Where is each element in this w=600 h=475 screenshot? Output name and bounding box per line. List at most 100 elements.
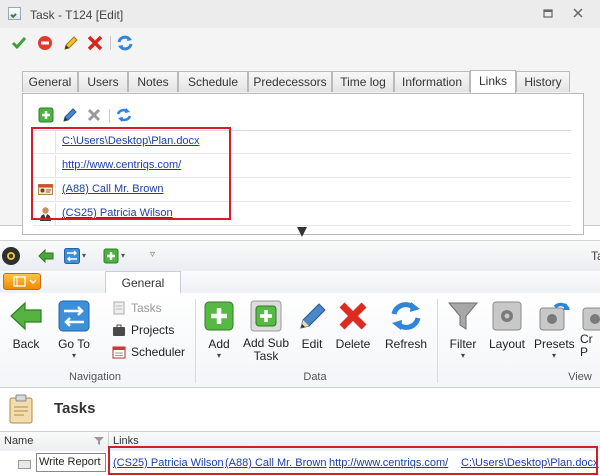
data-group-label: Data [303,371,327,383]
view-group-label: View [568,371,592,383]
back-arrow-icon[interactable] [38,248,54,266]
add-icon [202,299,236,333]
task-toolbar [0,30,600,56]
presets-label: Presets [534,337,575,351]
main-window-title: Ta [591,249,600,263]
back-arrow-icon [9,299,43,333]
add-button[interactable]: Add ▾ [200,299,238,361]
tasks-nav-label: Tasks [131,301,162,315]
presets-button[interactable]: Presets ▾ [534,299,575,361]
delete-icon [336,299,370,333]
close-icon[interactable] [571,7,585,20]
toolbar-separator [110,36,111,50]
create-preset-icon [580,299,600,333]
group-separator [195,299,196,383]
chevron-down-icon[interactable]: ▾ [121,251,125,260]
edit-icon[interactable] [61,107,79,125]
back-label: Back [12,337,40,351]
tab-users[interactable]: Users [78,71,128,92]
tab-links[interactable]: Links [470,70,516,93]
ribbon: Back Go To ▾ Tasks Projects Scheduler Na… [0,293,600,388]
tasks-nav-button[interactable]: Tasks [112,301,162,315]
main-window: ▾ ▾ ▿ Ta General Back Go To ▾ Tasks [0,240,600,475]
delete-icon[interactable] [86,34,104,52]
layout-button[interactable]: Layout [486,299,528,351]
delete-button[interactable]: Delete [333,299,373,351]
filter-icon[interactable] [94,436,104,449]
group-separator [437,299,438,383]
navigation-group-label: Navigation [69,371,121,383]
application-menu-button[interactable] [3,273,41,290]
task-name-cell[interactable]: Write Report [36,453,106,472]
chevron-down-icon: ▾ [551,351,556,360]
calendar-icon [112,345,126,359]
refresh-icon[interactable] [115,107,133,125]
chevron-down-icon[interactable]: ▾ [82,251,86,260]
briefcase-icon [112,323,126,337]
tab-schedule[interactable]: Schedule [178,71,248,92]
tab-general[interactable]: General [22,71,78,92]
add-sub-task-button[interactable]: Add Sub Task [241,299,291,363]
tab-history[interactable]: History [516,71,570,92]
refresh-icon [389,299,423,333]
edit-button[interactable]: Edit [294,299,330,351]
row-indicator-icon [18,458,32,473]
app-logo[interactable] [2,247,20,265]
check-icon[interactable] [10,34,28,52]
tab-general[interactable]: General [105,271,181,294]
add-icon[interactable] [37,107,55,125]
ribbon-tabs: General [0,271,600,294]
goto-icon[interactable] [64,248,80,267]
refresh-icon[interactable] [116,34,134,52]
column-header-name[interactable]: Name [4,435,33,447]
filter-button[interactable]: Filter ▾ [443,299,483,361]
scheduler-nav-button[interactable]: Scheduler [112,345,185,359]
quick-access-toolbar: ▾ ▾ ▿ Ta [0,240,600,271]
add-sub-task-icon [249,299,283,333]
arrow-down-icon [293,225,311,239]
add-icon[interactable] [103,248,119,267]
goto-label: Go To [58,337,90,351]
chevron-down-icon: ▾ [460,351,465,360]
layout-label: Layout [488,337,526,351]
highlight-box [31,127,231,220]
delete-icon[interactable] [85,107,103,125]
presets-icon [537,299,571,333]
page-header: Tasks [0,388,600,430]
delete-label: Delete [335,337,371,351]
filter-icon [446,299,480,333]
toolbar-separator [109,109,110,123]
tab-time-log[interactable]: Time log [332,71,394,92]
add-label: Add [208,337,230,351]
projects-nav-label: Projects [131,323,175,337]
scheduler-nav-label: Scheduler [131,345,186,359]
create-preset-label: Cr P [580,332,593,359]
add-sub-task-label: Add Sub Task [242,336,290,363]
tab-information[interactable]: Information [394,71,470,92]
cancel-icon[interactable] [36,34,54,52]
title-bar: Task - T124 [Edit] [0,0,600,28]
customize-qat-icon[interactable]: ▿ [150,249,155,260]
highlight-box [108,446,598,475]
back-button[interactable]: Back [6,299,46,351]
window-title: Task - T124 [Edit] [30,8,124,22]
edit-icon[interactable] [62,34,80,52]
goto-button[interactable]: Go To ▾ [54,299,94,361]
task-edit-window: Task - T124 [Edit] General Users Notes S… [0,0,600,235]
edit-icon [295,299,329,333]
goto-icon [57,299,91,333]
chevron-down-icon: ▾ [216,351,221,360]
refresh-button[interactable]: Refresh [383,299,429,351]
restore-icon[interactable] [541,7,555,20]
create-preset-button[interactable]: Cr P [580,299,600,359]
filter-label: Filter [449,337,477,351]
refresh-label: Refresh [384,337,428,351]
layout-icon [490,299,524,333]
tab-predecessors[interactable]: Predecessors [248,71,332,92]
page-title: Tasks [54,400,96,417]
clipboard-icon [8,394,36,427]
task-icon [8,7,21,20]
projects-nav-button[interactable]: Projects [112,323,174,337]
chevron-down-icon: ▾ [71,351,76,360]
tab-notes[interactable]: Notes [128,71,178,92]
